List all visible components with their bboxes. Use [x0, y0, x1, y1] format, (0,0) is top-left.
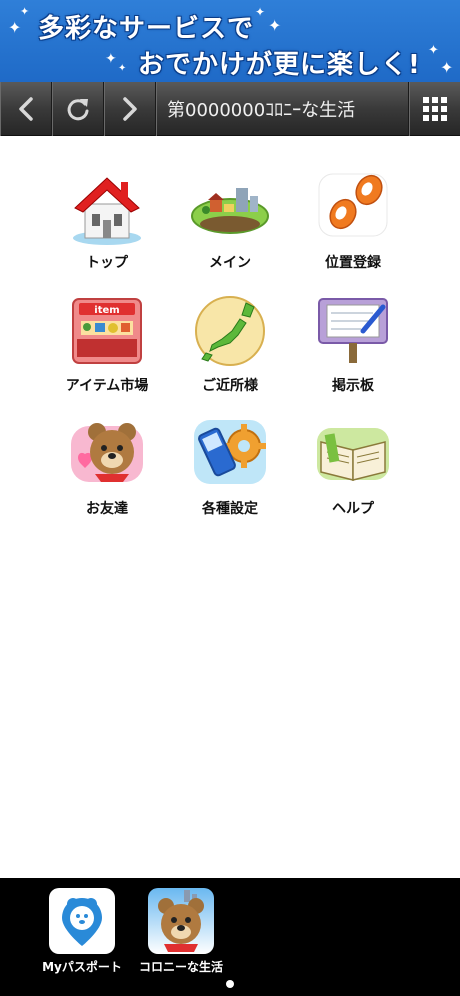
page-title: 第0000000ｺﾛﾆｰな生活 — [156, 82, 408, 136]
dock-item-label: Myパスポート — [42, 960, 122, 974]
menu-item-label: トップ — [86, 255, 128, 271]
banner-headline-1: 多彩なサービスで — [38, 14, 255, 44]
grid-menu-icon — [422, 97, 447, 121]
menu-item-label: 掲示板 — [332, 378, 374, 394]
reload-icon — [67, 99, 89, 121]
menu-item-location[interactable]: 位置登録 — [293, 166, 413, 276]
bear-friend-icon — [71, 423, 143, 482]
dock-item-my-passport[interactable]: Myパスポート — [32, 888, 132, 975]
sparkle-icon: ✦ — [105, 51, 117, 67]
menu-item-neighbors[interactable]: ご近所様 — [170, 289, 290, 399]
phone-gear-icon — [194, 420, 266, 484]
sparkle-icon: ✦ — [8, 18, 22, 37]
menu-item-label: 位置登録 — [325, 255, 381, 271]
menu-item-label: 各種設定 — [202, 501, 258, 517]
menu-item-friends[interactable]: お友達 — [47, 412, 167, 522]
browser-toolbar: 第0000000ｺﾛﾆｰな生活 — [0, 82, 460, 136]
item-shop-icon: item — [72, 298, 142, 364]
menu-item-label: お友達 — [86, 501, 128, 517]
menu-item-help[interactable]: ヘルプ — [293, 412, 413, 522]
forward-button[interactable] — [104, 82, 156, 136]
svg-text:item: item — [94, 305, 119, 316]
japan-map-icon — [195, 296, 265, 366]
bulletin-board-icon — [318, 298, 388, 363]
page-indicator-dot — [226, 980, 234, 988]
menu-item-label: ご近所様 — [202, 378, 258, 394]
menu-item-bulletin-board[interactable]: 掲示板 — [293, 289, 413, 399]
dock-item-label: コロニーな生活 — [138, 960, 223, 974]
colony-life-app-icon — [148, 888, 214, 954]
menu-item-main[interactable]: メイン — [170, 166, 290, 276]
promo-banner[interactable]: ✦ ✦ ✦ ✦ ✦ ✦ ✦ ✦ 多彩なサービスで おでかけが更に楽しく! — [0, 0, 460, 82]
back-button[interactable] — [0, 82, 52, 136]
chevron-right-icon — [123, 97, 137, 121]
sparkle-icon: ✦ — [428, 43, 439, 58]
bottom-dock: Myパスポート コロニーな生活 — [0, 878, 460, 996]
sparkle-icon: ✦ — [268, 16, 282, 35]
sparkle-icon: ✦ — [440, 58, 454, 77]
banner-headline-2: おでかけが更に楽しく! — [138, 50, 421, 80]
sparkle-icon: ✦ — [20, 5, 30, 18]
sparkle-icon: ✦ — [255, 5, 266, 19]
house-icon — [73, 177, 141, 245]
menu-item-settings[interactable]: 各種設定 — [170, 412, 290, 522]
menu-item-label: アイテム市場 — [65, 378, 149, 394]
reload-button[interactable] — [52, 82, 104, 136]
footprints-icon — [318, 173, 388, 237]
my-passport-app-icon — [49, 888, 115, 954]
chevron-left-icon — [19, 97, 33, 121]
open-book-icon — [317, 428, 389, 481]
menu-item-label: ヘルプ — [332, 501, 374, 517]
dock-item-colony-life[interactable]: コロニーな生活 — [131, 888, 231, 975]
menu-button[interactable] — [408, 82, 460, 136]
town-island-icon — [191, 188, 269, 234]
menu-item-item-market[interactable]: item アイテム市場 — [47, 289, 167, 399]
menu-item-top[interactable]: トップ — [47, 166, 167, 276]
sparkle-icon: ✦ — [118, 63, 127, 74]
menu-item-label: メイン — [209, 255, 251, 271]
